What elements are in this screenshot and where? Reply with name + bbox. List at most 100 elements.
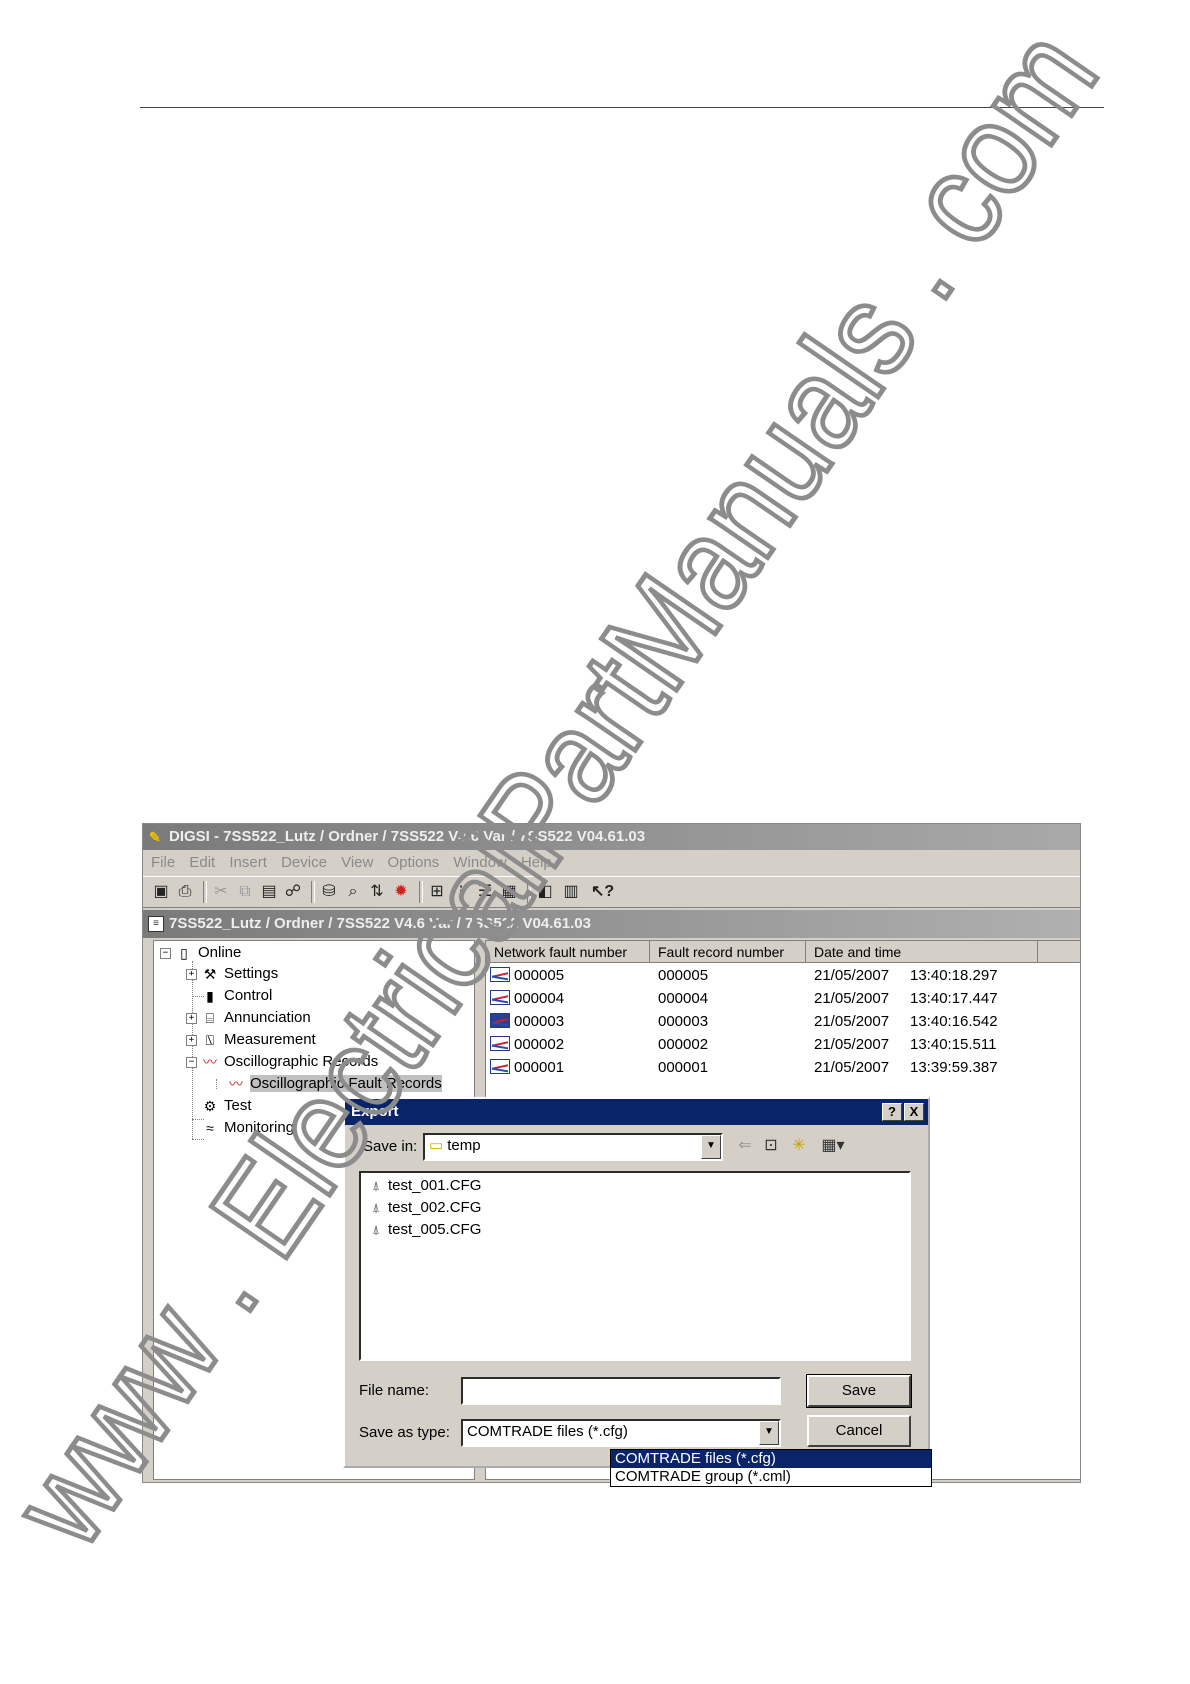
record-date: 21/05/2007 (814, 990, 890, 1007)
tree-item-label: Online (198, 944, 242, 961)
new-folder-icon[interactable]: ✳ (787, 1135, 811, 1157)
toolbar: ▣ ⎙ ✂ ⧉ ▤ ☍ ⛁ ⌕ ⇅ ✹ ⊞ ⁝ ☰ ▦ ◧ ▥ ↖? (143, 876, 1080, 908)
up-folder-icon[interactable]: ⊡ (759, 1135, 783, 1157)
column-header-network-fault[interactable]: Network fault number (486, 941, 650, 963)
print-icon[interactable]: ⎙ (175, 882, 195, 902)
tree-item-annunciation[interactable]: ⌸ Annunciation (200, 1008, 311, 1028)
save-as-type-label: Save as type: (359, 1424, 450, 1441)
menu-device[interactable]: Device (281, 850, 327, 876)
menu-view[interactable]: View (341, 850, 373, 876)
list-view-icon[interactable]: ☰ (475, 882, 495, 902)
large-icons-icon[interactable]: ⊞ (427, 882, 447, 902)
dropdown-option-cml[interactable]: COMTRADE group (*.cml) (611, 1468, 931, 1486)
record-time: 13:39:59.387 (910, 1059, 998, 1076)
save-icon[interactable]: ▣ (151, 882, 171, 902)
tree-line (216, 1079, 217, 1089)
window-title: DIGSI - 7SS522_Lutz / Ordner / 7SS522 V4… (169, 828, 646, 845)
back-icon[interactable]: ⇐ (733, 1135, 757, 1157)
details-view-icon[interactable]: ▦ (499, 882, 519, 902)
paste-icon[interactable]: ▤ (259, 882, 279, 902)
tree-item-label: Control (224, 987, 273, 1004)
columns-icon[interactable]: ▥ (561, 882, 581, 902)
tree-item-measurement[interactable]: ⍂ Measurement (200, 1030, 316, 1050)
menu-help[interactable]: Help (521, 850, 552, 876)
save-button[interactable]: Save (806, 1374, 912, 1408)
settings-icon: ⚒ (203, 966, 217, 983)
save-in-label: Save in: (363, 1138, 418, 1155)
list-item[interactable]: ⍋ test_005.CFG (367, 1219, 481, 1241)
tree-item-control[interactable]: ▮ Control (200, 986, 272, 1006)
chevron-down-icon[interactable]: ▼ (701, 1135, 721, 1159)
device-icon[interactable]: ⛁ (319, 882, 339, 902)
dialog-title: Export (351, 1103, 399, 1120)
tree-line (192, 1139, 204, 1140)
menu-insert[interactable]: Insert (229, 850, 267, 876)
annunciation-icon: ⌸ (205, 1010, 215, 1027)
list-item[interactable]: ⍋ test_001.CFG (367, 1175, 481, 1197)
record-time: 13:40:18.297 (910, 967, 998, 984)
small-icons-icon[interactable]: ⁝ (451, 882, 471, 902)
search-device-icon[interactable]: ⌕ (343, 882, 363, 902)
measurement-icon: ⍂ (205, 1032, 215, 1049)
tree-item-monitoring[interactable]: ≈ Monitoring (200, 1118, 294, 1138)
file-name: test_002.CFG (388, 1199, 482, 1216)
fault-record-icon (490, 990, 510, 1005)
tree-expand-toggle[interactable]: + (186, 969, 197, 980)
tree-collapse-toggle[interactable]: − (160, 948, 171, 959)
column-header-fault-record[interactable]: Fault record number (650, 941, 806, 963)
child-window-title: 7SS522_Lutz / Ordner / 7SS522 V4.6 Var /… (169, 915, 591, 932)
record-time: 13:40:15.511 (910, 1036, 997, 1053)
save-as-type-dropdown: COMTRADE files (*.cfg) COMTRADE group (*… (610, 1449, 932, 1487)
transfer-icon[interactable]: ⇅ (367, 882, 387, 902)
menu-window[interactable]: Window (453, 850, 506, 876)
fault-record-icon (490, 1059, 510, 1074)
tree-item-settings[interactable]: ⚒ Settings (200, 964, 278, 984)
tree-item-label: Measurement (224, 1031, 316, 1048)
child-window-titlebar: ≡ 7SS522_Lutz / Ordner / 7SS522 V4.6 Var… (143, 910, 1080, 938)
column-header-date-time[interactable]: Date and time (806, 941, 1038, 963)
save-as-type-select[interactable]: COMTRADE files (*.cfg) ▼ (461, 1419, 781, 1447)
tree-item-online[interactable]: ▯ Online (174, 943, 241, 963)
menu-edit[interactable]: Edit (189, 850, 215, 876)
tree-expand-toggle[interactable]: + (186, 1035, 197, 1046)
tree-item-oscillographic-fault-records[interactable]: 〰 Oscillographic Fault Records (226, 1074, 442, 1094)
tree-item-oscillographic-records[interactable]: 〰 Oscillographic Records (200, 1052, 378, 1072)
save-in-combo[interactable]: ▭ temp ▼ (423, 1133, 723, 1161)
table-row[interactable]: 000001 000001 21/05/2007 13:39:59.387 (486, 1056, 1080, 1079)
network-fault-number: 000003 (514, 1013, 565, 1030)
cut-icon[interactable]: ✂ (211, 882, 231, 902)
table-row[interactable]: 000002 000002 21/05/2007 13:40:15.511 (486, 1033, 1080, 1056)
properties-icon[interactable]: ☍ (283, 882, 303, 902)
table-row[interactable]: 000005 000005 21/05/2007 13:40:18.297 (486, 964, 1080, 987)
split-view-icon[interactable]: ◧ (535, 882, 555, 902)
context-help-icon[interactable]: ↖? (591, 882, 614, 902)
file-name: test_001.CFG (388, 1177, 482, 1194)
save-as-type-value: COMTRADE files (*.cfg) (467, 1423, 628, 1440)
record-date: 21/05/2007 (814, 967, 890, 984)
network-fault-number: 000002 (514, 1036, 565, 1053)
tree-item-label: Settings (224, 965, 279, 982)
file-name-input[interactable] (461, 1377, 781, 1405)
list-item[interactable]: ⍋ test_002.CFG (367, 1197, 481, 1219)
tree-expand-toggle[interactable]: + (186, 1013, 197, 1024)
table-row[interactable]: 000003 000003 21/05/2007 13:40:16.542 (486, 1010, 1080, 1033)
chevron-down-icon[interactable]: ▼ (759, 1421, 779, 1445)
help-button[interactable]: ? (882, 1103, 902, 1121)
close-button[interactable]: X (904, 1103, 924, 1121)
cancel-button[interactable]: Cancel (807, 1415, 911, 1447)
alarm-icon[interactable]: ✹ (391, 882, 411, 902)
monitoring-icon: ≈ (206, 1120, 214, 1137)
toolbar-separator (203, 881, 207, 903)
copy-icon[interactable]: ⧉ (235, 882, 255, 902)
control-icon: ▮ (206, 988, 214, 1005)
dropdown-option-cfg[interactable]: COMTRADE files (*.cfg) (611, 1450, 931, 1468)
view-menu-icon[interactable]: ▦▾ (815, 1135, 851, 1157)
fault-record-number: 000003 (658, 1013, 709, 1030)
tree-collapse-toggle[interactable]: − (186, 1057, 197, 1068)
record-date: 21/05/2007 (814, 1013, 890, 1030)
menu-options[interactable]: Options (388, 850, 440, 876)
tree-item-label: Oscillographic Fault Records (250, 1075, 442, 1092)
tree-item-test[interactable]: ⚙ Test (200, 1096, 252, 1116)
menu-file[interactable]: File (151, 850, 175, 876)
table-row[interactable]: 000004 000004 21/05/2007 13:40:17.447 (486, 987, 1080, 1010)
